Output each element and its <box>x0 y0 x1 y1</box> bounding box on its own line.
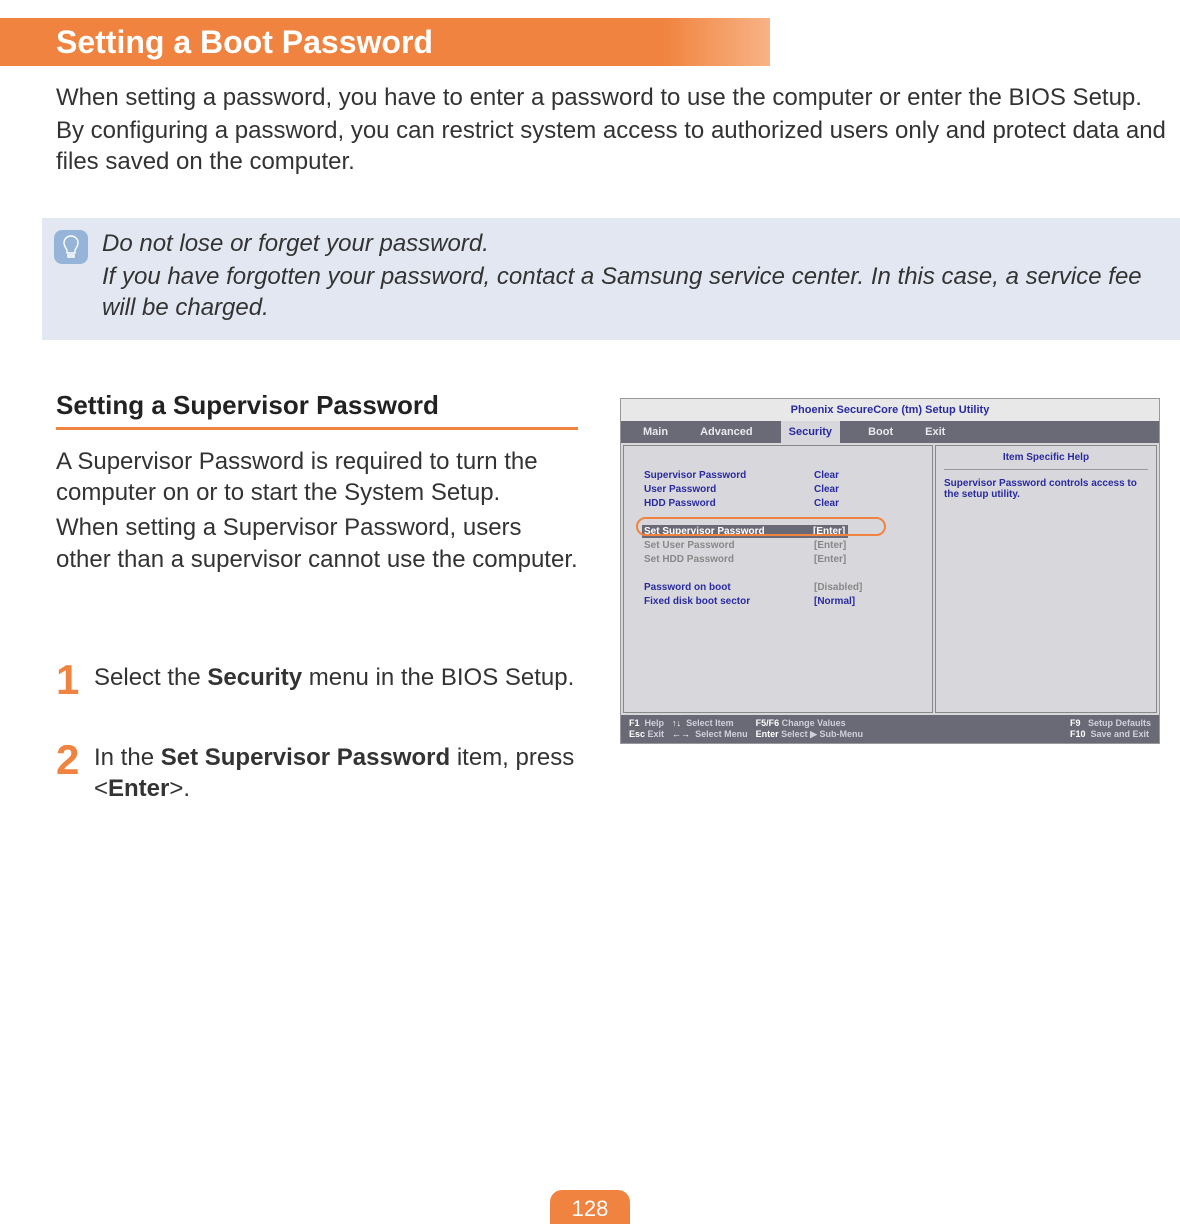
bios-left-panel: Supervisor PasswordClear User PasswordCl… <box>623 445 933 713</box>
title-bar-main: Setting a Boot Password <box>56 18 770 66</box>
bios-help-text: Supervisor Password controls access to t… <box>944 478 1148 500</box>
bios-menu-boot[interactable]: Boot <box>864 421 897 443</box>
title-bar: Setting a Boot Password <box>0 18 770 66</box>
bios-row-set-hdd[interactable]: Set HDD Password[Enter] <box>644 552 932 566</box>
bios-row: HDD PasswordClear <box>644 496 932 510</box>
tip-line2: If you have forgotten your password, con… <box>102 261 1168 323</box>
step-2: 2 In the Set Supervisor Password item, p… <box>56 742 578 804</box>
step-text: In the Set Supervisor Password item, pre… <box>94 742 578 804</box>
bios-help-panel: Item Specific Help Supervisor Password c… <box>935 445 1157 713</box>
bios-menu-advanced[interactable]: Advanced <box>696 421 757 443</box>
step-text: Select the Security menu in the BIOS Set… <box>94 662 574 693</box>
tip-text: Do not lose or forget your password. If … <box>102 228 1168 326</box>
bios-row-set-supervisor[interactable]: Set Supervisor Password[Enter] <box>644 524 932 538</box>
bios-row-pwd-boot[interactable]: Password on boot[Disabled] <box>644 580 932 594</box>
bios-body: Supervisor PasswordClear User PasswordCl… <box>621 443 1159 715</box>
tip-box: Do not lose or forget your password. If … <box>42 218 1180 340</box>
intro-p2: By configuring a password, you can restr… <box>56 115 1166 177</box>
lightbulb-icon <box>54 230 88 264</box>
step-1: 1 Select the Security menu in the BIOS S… <box>56 662 578 698</box>
bios-row-fixed-disk[interactable]: Fixed disk boot sector[Normal] <box>644 594 932 608</box>
bios-help-title: Item Specific Help <box>944 452 1148 470</box>
bios-setup-screenshot: Phoenix SecureCore (tm) Setup Utility Ma… <box>620 398 1160 744</box>
page-number-wrap: 128 <box>0 1190 1180 1224</box>
bios-menu-main[interactable]: Main <box>639 421 672 443</box>
intro-text: When setting a password, you have to ent… <box>56 82 1166 180</box>
section-body: A Supervisor Password is required to tur… <box>56 446 578 579</box>
step-list: 1 Select the Security menu in the BIOS S… <box>56 662 578 848</box>
bios-menu-security[interactable]: Security <box>781 421 840 443</box>
bios-menu-bar: Main Advanced Security Boot Exit <box>621 421 1159 443</box>
bios-footer: F1 Help Esc Exit ↑↓ Select Item ←→ Selec… <box>621 715 1159 743</box>
title-bar-accent <box>0 18 56 66</box>
bios-row: User PasswordClear <box>644 482 932 496</box>
intro-p1: When setting a password, you have to ent… <box>56 82 1166 113</box>
section-p1: A Supervisor Password is required to tur… <box>56 446 578 508</box>
tip-line1: Do not lose or forget your password. <box>102 228 1168 259</box>
section-heading: Setting a Supervisor Password <box>56 390 578 430</box>
page-number: 128 <box>550 1190 631 1224</box>
page-title: Setting a Boot Password <box>56 24 433 61</box>
bios-title: Phoenix SecureCore (tm) Setup Utility <box>621 399 1159 421</box>
section-p2: When setting a Supervisor Password, user… <box>56 512 578 574</box>
bios-row-set-user[interactable]: Set User Password[Enter] <box>644 538 932 552</box>
step-number: 2 <box>56 742 84 778</box>
step-number: 1 <box>56 662 84 698</box>
bios-menu-exit[interactable]: Exit <box>921 421 949 443</box>
bios-row: Supervisor PasswordClear <box>644 468 932 482</box>
